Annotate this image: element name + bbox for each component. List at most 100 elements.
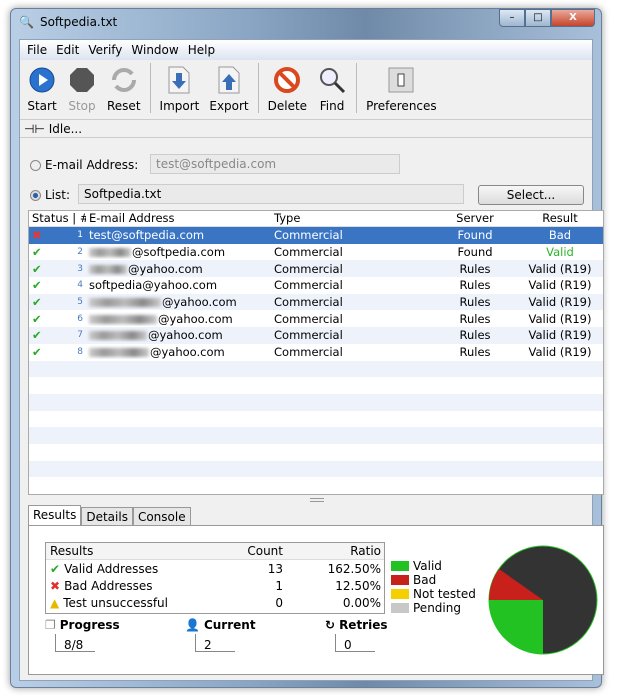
- empty-row: [29, 411, 603, 428]
- connection-icon: ⊣⊢: [24, 122, 45, 136]
- redacted-text: [89, 248, 131, 258]
- redacted-text: [89, 314, 157, 324]
- check-icon: ✔: [32, 261, 42, 276]
- toolbar-separator: [257, 63, 259, 113]
- close-button[interactable]: X: [551, 9, 595, 27]
- empty-row: [29, 460, 603, 478]
- menu-edit[interactable]: Edit: [53, 43, 85, 57]
- warning-icon: ▲: [50, 595, 60, 610]
- find-icon: [317, 65, 347, 95]
- preferences-icon: [386, 65, 416, 95]
- empty-row: [29, 444, 603, 461]
- check-icon: ✔: [32, 245, 42, 260]
- title-bar: 🔍 Softpedia.txt: [19, 15, 117, 29]
- cross-icon: ✖: [50, 578, 61, 593]
- reset-button[interactable]: Reset: [107, 65, 141, 113]
- import-icon: [164, 65, 194, 95]
- tab-results[interactable]: Results: [28, 505, 82, 527]
- list-option[interactable]: List:: [30, 188, 70, 202]
- list-field[interactable]: Softpedia.txt: [78, 184, 464, 204]
- select-button[interactable]: Select...: [478, 185, 584, 205]
- status-text: Idle...: [48, 122, 83, 136]
- check-icon: ✔: [32, 311, 42, 326]
- reset-icon: [109, 65, 139, 95]
- results-row-bad: ✖ Bad Addresses 1 12.50%: [50, 578, 381, 593]
- table-row[interactable]: ✔ 6 @yahoo.com Commercial Rules Valid (R19): [29, 310, 603, 327]
- list-radio[interactable]: [30, 189, 41, 201]
- check-icon: ✔: [32, 295, 42, 310]
- legend-not-tested: Not tested: [391, 587, 476, 601]
- redacted-text: [89, 348, 149, 358]
- chart-legend: Valid Bad Not tested Pending: [391, 559, 476, 615]
- redacted-text: [89, 331, 147, 341]
- email-option[interactable]: E-mail Address:: [30, 158, 138, 172]
- redacted-text: [89, 298, 161, 308]
- stop-icon: [67, 65, 97, 95]
- check-icon: ✔: [32, 328, 42, 343]
- progress-icon: ❐: [45, 618, 56, 632]
- app-window: 🔍 Softpedia.txt – □ X File Edit Verify W…: [10, 8, 604, 688]
- progress-stat: ❐ Progress 8/8: [45, 618, 120, 652]
- toolbar-separator: [149, 63, 151, 113]
- export-icon: [214, 65, 244, 95]
- menu-verify[interactable]: Verify: [85, 43, 128, 57]
- delete-icon: [272, 65, 302, 95]
- col-status[interactable]: Status | #: [29, 211, 86, 226]
- toolbar-separator: [356, 63, 358, 113]
- results-table: Results Count Ratio ✔ Valid Addresses 13 162.…: [45, 542, 385, 614]
- menu-window[interactable]: Window: [128, 43, 184, 57]
- import-button[interactable]: Import: [160, 65, 199, 113]
- tab-console[interactable]: Console: [132, 507, 191, 527]
- start-button[interactable]: Start: [27, 65, 57, 113]
- retries-stat: ↻ Retries 0: [325, 618, 388, 652]
- table-row[interactable]: ✔ 7 @yahoo.com Commercial Rules Valid (R19): [29, 327, 603, 344]
- col-type[interactable]: Type: [271, 211, 431, 226]
- legend-swatch: [391, 589, 409, 599]
- email-grid: Status | # E-mail Address Type Server Re…: [28, 210, 604, 495]
- email-radio[interactable]: [30, 159, 41, 171]
- tab-bar: Results Details Console: [28, 505, 191, 527]
- window-title: Softpedia.txt: [39, 15, 118, 29]
- stop-button[interactable]: Stop: [67, 65, 97, 113]
- app-icon: 🔍: [19, 15, 34, 29]
- col-email[interactable]: E-mail Address: [86, 211, 271, 226]
- splitter-handle[interactable]: [310, 498, 324, 502]
- refresh-icon: ↻: [325, 618, 336, 632]
- export-button[interactable]: Export: [209, 65, 249, 113]
- delete-button[interactable]: Delete: [268, 65, 307, 113]
- check-icon: ✔: [32, 345, 42, 360]
- maximize-button[interactable]: □: [525, 9, 551, 27]
- redacted-text: [89, 264, 127, 274]
- email-field[interactable]: test@softpedia.com: [150, 154, 400, 174]
- results-row-valid: ✔ Valid Addresses 13 162.50%: [50, 561, 381, 576]
- toolbar: Start Stop Reset Import Export Delete Fi…: [20, 60, 592, 120]
- legend-valid: Valid: [391, 559, 476, 573]
- table-row[interactable]: ✔ 4 softpedia@yahoo.com Commercial Rules Vali…: [29, 277, 603, 294]
- legend-bad: Bad: [391, 573, 476, 587]
- check-icon: ✔: [32, 278, 42, 293]
- legend-pending: Pending: [391, 601, 476, 615]
- find-button[interactable]: Find: [317, 65, 347, 113]
- menu-file[interactable]: File: [24, 43, 53, 57]
- col-result[interactable]: Result: [516, 211, 601, 226]
- table-row[interactable]: ✔ 5 @yahoo.com Commercial Rules Valid (R19): [29, 293, 603, 311]
- tab-details[interactable]: Details: [81, 507, 133, 527]
- pie-slice-valid: [489, 600, 543, 654]
- col-server[interactable]: Server: [431, 211, 516, 226]
- pie-chart: [488, 545, 598, 655]
- check-icon: ✔: [50, 561, 61, 576]
- empty-row: [29, 477, 603, 494]
- minimize-button[interactable]: –: [499, 9, 525, 27]
- preferences-button[interactable]: Preferences: [366, 65, 437, 113]
- table-row[interactable]: ✖ 1 test@softpedia.com Commercial Found Bad: [29, 227, 603, 244]
- results-row-unsuccessful: ▲ Test unsuccessful 0 0.00%: [50, 595, 381, 610]
- table-row[interactable]: ✔ 3 @yahoo.com Commercial Rules Valid (R19): [29, 260, 603, 278]
- table-row[interactable]: ✔ 8 @yahoo.com Commercial Rules Valid (R19): [29, 344, 603, 361]
- menu-help[interactable]: Help: [185, 43, 221, 57]
- legend-swatch: [391, 603, 409, 613]
- empty-row: [29, 377, 603, 394]
- user-icon: 👤: [185, 618, 200, 632]
- menu-bar: File Edit Verify Window Help: [20, 40, 592, 60]
- table-row[interactable]: ✔ 2 @softpedia.com Commercial Found Valid: [29, 244, 603, 261]
- play-icon: [27, 65, 57, 95]
